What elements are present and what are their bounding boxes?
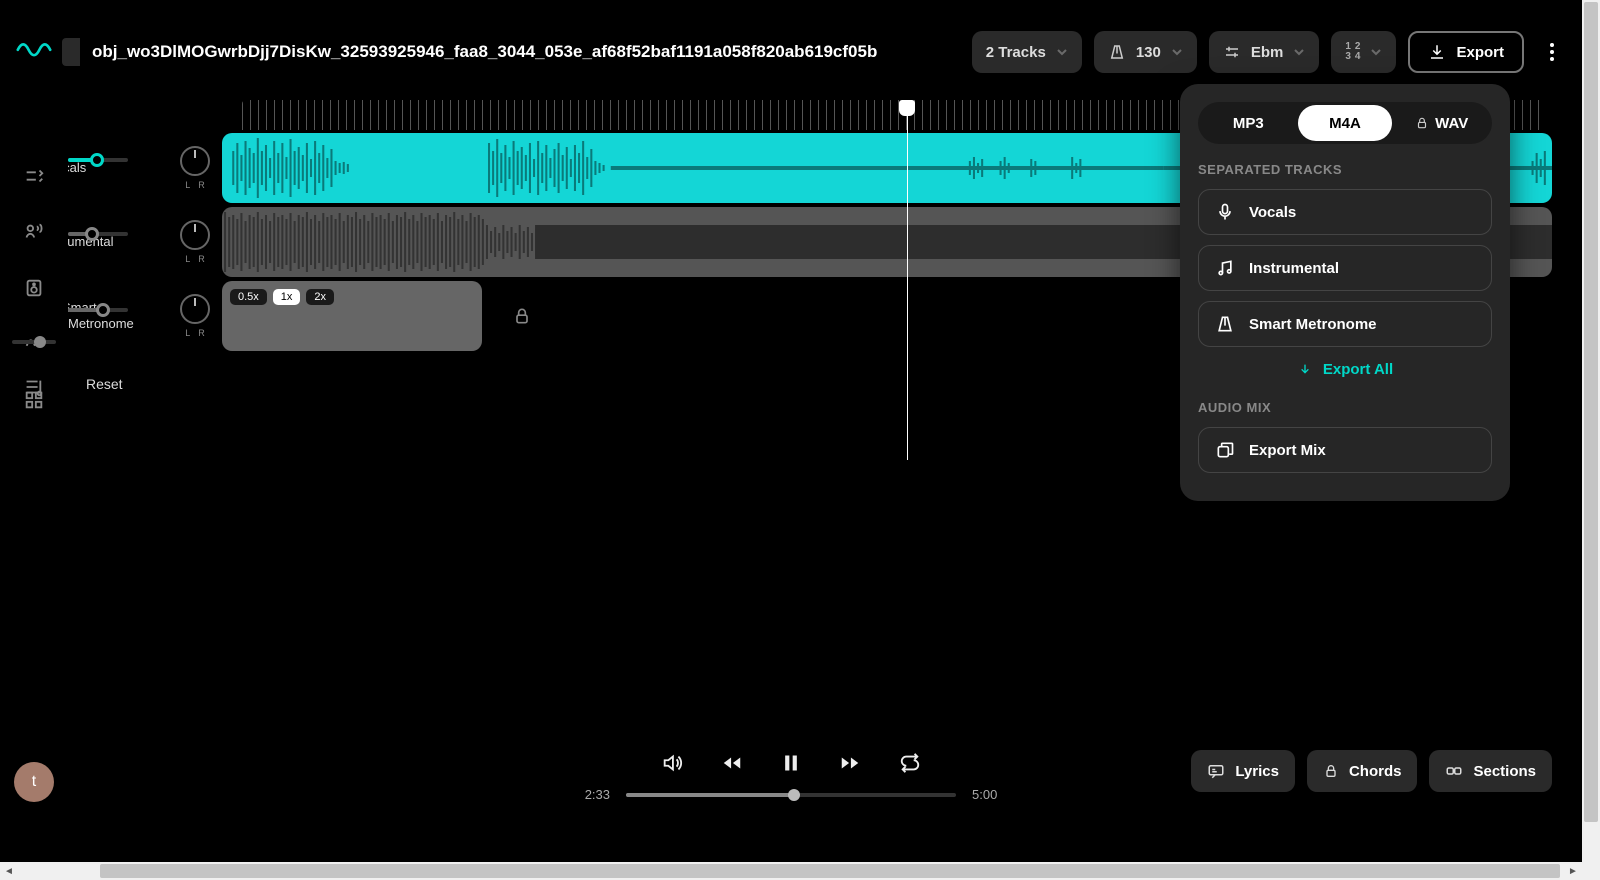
volume-slider-metronome[interactable] [68, 300, 128, 320]
pan-labels: LR [185, 180, 205, 190]
app-logo[interactable] [16, 36, 52, 60]
rewind-button[interactable] [719, 752, 745, 774]
export-all-button[interactable]: Export All [1198, 361, 1492, 378]
chevron-down-icon [1370, 46, 1382, 58]
metronome-icon [1108, 43, 1126, 61]
left-sidebar [0, 0, 68, 862]
export-item-metronome[interactable]: Smart Metronome [1198, 301, 1492, 347]
sections-icon [1445, 762, 1463, 780]
topbar: obj_wo3DlMOGwrbDjj7DisKw_32593925946_faa… [68, 30, 1562, 74]
pan-knob-vocals[interactable] [180, 146, 210, 176]
metronome-icon [1215, 314, 1235, 334]
speaker-icon[interactable] [22, 276, 46, 300]
time-current: 2:33 [585, 787, 610, 802]
export-button[interactable]: Export [1408, 31, 1524, 73]
chevron-down-icon [1171, 46, 1183, 58]
pause-button[interactable] [781, 751, 801, 775]
format-tab-wav[interactable]: WAV [1394, 105, 1489, 141]
sections-button[interactable]: Sections [1429, 750, 1552, 792]
sliders-icon [1223, 43, 1241, 61]
music-icon [1215, 258, 1235, 278]
sheet-icon[interactable] [22, 376, 44, 398]
key-value: Ebm [1251, 44, 1284, 61]
volume-slider-vocals[interactable] [68, 150, 128, 170]
export-item-instrumental[interactable]: Instrumental [1198, 245, 1492, 291]
voice-icon[interactable] [22, 220, 46, 244]
volume-button[interactable] [661, 752, 683, 774]
pan-knob-instrumental[interactable] [180, 220, 210, 250]
speed-chip-2x[interactable]: 2x [306, 289, 334, 305]
separate-icon[interactable] [22, 164, 46, 188]
vertical-scrollbar[interactable] [1582, 0, 1600, 862]
loop-button[interactable] [899, 752, 921, 774]
format-tab-mp3[interactable]: MP3 [1201, 105, 1296, 141]
key-dropdown[interactable]: Ebm [1209, 31, 1320, 73]
count-grid: 12 34 [1345, 42, 1360, 62]
progress-slider[interactable] [626, 793, 956, 797]
pan-labels: LR [185, 328, 205, 338]
section-mix-title: AUDIO MIX [1198, 400, 1492, 415]
back-button[interactable] [62, 38, 80, 66]
project-title: obj_wo3DlMOGwrbDjj7DisKw_32593925946_faa… [92, 42, 960, 62]
speed-chip-1x[interactable]: 1x [273, 289, 301, 305]
time-total: 5:00 [972, 787, 997, 802]
mic-icon [1215, 202, 1235, 222]
more-menu[interactable] [1542, 35, 1562, 69]
export-item-vocals[interactable]: Vocals [1198, 189, 1492, 235]
layers-icon [1215, 440, 1235, 460]
format-tabs: MP3 M4A WAV [1198, 102, 1492, 144]
download-icon [1297, 362, 1313, 378]
volume-slider-instrumental[interactable] [68, 224, 128, 244]
export-label: Export [1456, 44, 1504, 61]
chevron-down-icon [1293, 46, 1305, 58]
playhead-line [907, 100, 908, 460]
metronome-clip[interactable]: 0.5x 1x 2x [222, 281, 482, 351]
download-icon [1428, 43, 1446, 61]
count-in-dropdown[interactable]: 12 34 [1331, 31, 1396, 73]
horizontal-scrollbar[interactable]: ◄ ► [0, 862, 1582, 880]
pan-labels: LR [185, 254, 205, 264]
chevron-down-icon [1056, 46, 1068, 58]
tempo-value: 130 [1136, 44, 1161, 61]
zoom-slider[interactable] [12, 340, 56, 344]
section-separated-title: SEPARATED TRACKS [1198, 162, 1492, 177]
tracks-label: 2 Tracks [986, 44, 1046, 61]
lock-icon [512, 306, 532, 326]
format-tab-m4a[interactable]: M4A [1298, 105, 1393, 141]
chords-button[interactable]: Chords [1307, 750, 1418, 792]
pan-knob-metronome[interactable] [180, 294, 210, 324]
lyrics-icon [1207, 762, 1225, 780]
speed-chip-05x[interactable]: 0.5x [230, 289, 267, 305]
lock-icon [1323, 763, 1339, 779]
lock-icon [1415, 116, 1429, 130]
lyrics-button[interactable]: Lyrics [1191, 750, 1295, 792]
tempo-dropdown[interactable]: 130 [1094, 31, 1197, 73]
export-item-mix[interactable]: Export Mix [1198, 427, 1492, 473]
tracks-dropdown[interactable]: 2 Tracks [972, 31, 1082, 73]
forward-button[interactable] [837, 752, 863, 774]
bottom-actions: Lyrics Chords Sections [1191, 750, 1552, 792]
export-panel: MP3 M4A WAV SEPARATED TRACKS Vocals Inst… [1180, 84, 1510, 501]
